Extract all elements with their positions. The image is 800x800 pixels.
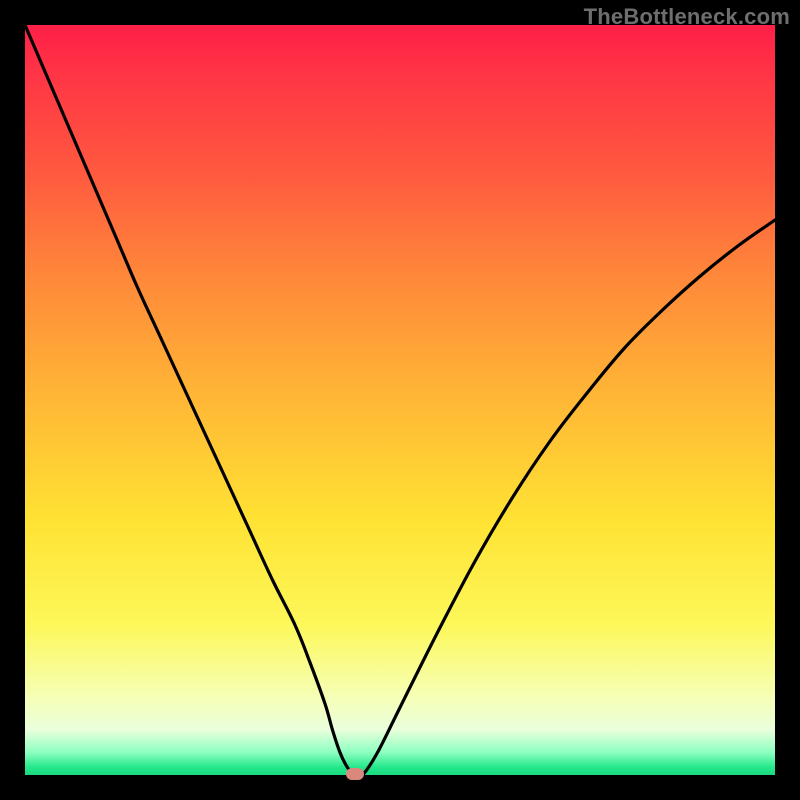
watermark-text: TheBottleneck.com	[584, 4, 790, 30]
plot-area	[25, 25, 775, 775]
minimum-marker	[346, 768, 364, 780]
bottleneck-curve	[25, 25, 775, 775]
